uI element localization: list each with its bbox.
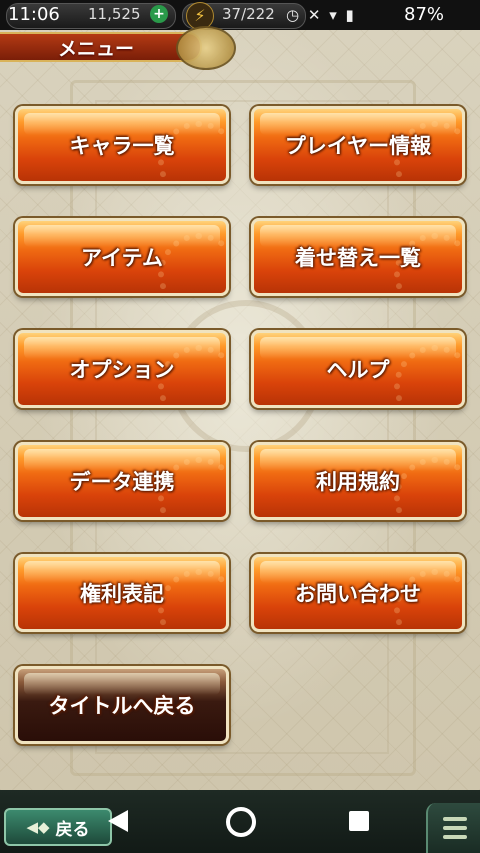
player-info-button[interactable]: プレイヤー情報 — [251, 106, 465, 184]
data-link-button[interactable]: データ連携 — [15, 442, 229, 520]
terms-of-use-button[interactable]: 利用規約 — [251, 442, 465, 520]
page-title: メニュー — [58, 38, 135, 60]
items-button[interactable]: アイテム — [15, 218, 229, 296]
contact-button[interactable]: お問い合わせ — [251, 554, 465, 632]
energy-count: 37/222 — [222, 5, 275, 23]
character-list-button[interactable]: キャラ一覧 — [15, 106, 229, 184]
system-home-icon[interactable] — [226, 807, 256, 837]
clock: 11:06 — [8, 4, 60, 25]
system-back-icon[interactable] — [108, 810, 128, 832]
battery-level: 87% — [404, 4, 445, 25]
status-bar: 11:06 11,525 + ⚡ 37/222 ◷ ✕ ▾ ▮ 87% — [0, 0, 480, 30]
back-button[interactable]: ◀◆ 戻る — [4, 808, 112, 846]
outfit-list-button[interactable]: 着せ替え一覧 — [251, 218, 465, 296]
copyright-notice-button[interactable]: 権利表記 — [15, 554, 229, 632]
add-coins-button[interactable]: + — [150, 5, 168, 23]
back-arrow-icon: ◀◆ — [26, 818, 50, 836]
hamburger-menu-icon[interactable] — [426, 803, 480, 853]
coin-count: 11,525 — [88, 5, 141, 23]
system-status-icons: ◷ ✕ ▾ ▮ — [286, 6, 356, 24]
return-to-title-button[interactable]: タイトルへ戻る — [15, 666, 229, 744]
options-button[interactable]: オプション — [15, 330, 229, 408]
system-recents-icon[interactable] — [349, 811, 369, 831]
back-button-label: 戻る — [55, 819, 90, 840]
help-button[interactable]: ヘルプ — [251, 330, 465, 408]
compass-emblem-icon — [176, 26, 236, 70]
